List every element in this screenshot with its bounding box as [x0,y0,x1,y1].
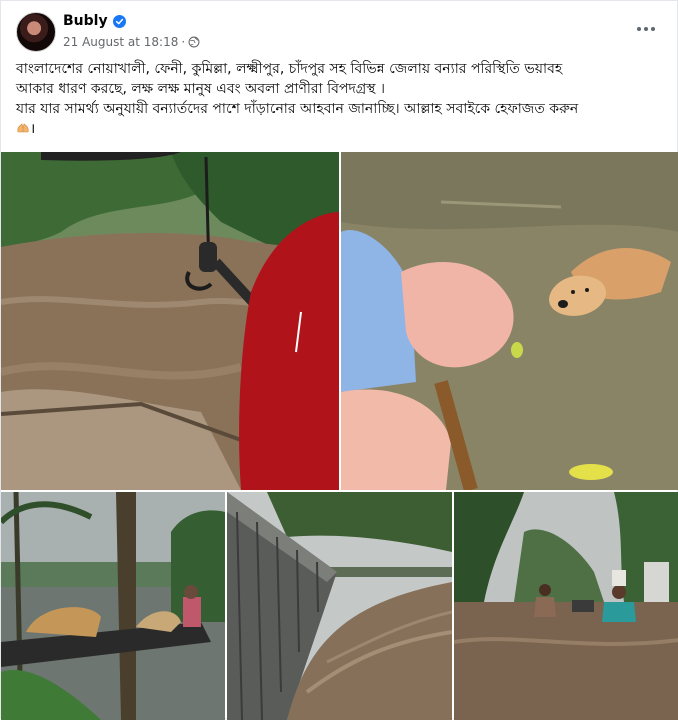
praying-hands-emoji [17,123,29,133]
post-text-line: । [16,119,666,139]
post-text-line: আকার ধারণ করছে, লক্ষ লক্ষ মানুষ এবং অবলা… [16,81,386,97]
meta-separator: · [181,35,186,49]
more-options-icon[interactable] [637,27,655,33]
photo-flooded-wall[interactable] [227,492,452,720]
photo-dog-swimming[interactable] [341,152,678,490]
photo-boat-dogs[interactable] [1,492,225,720]
post-header: Bubly 21 August at 18:18 · [1,1,678,57]
verified-badge-icon [112,14,126,28]
photo-people-wading[interactable] [454,492,678,720]
post-text-line: বাংলাদেশের নোয়াখালী, ফেনী, কুমিল্লা, লক… [16,61,563,77]
photo-flood-umbrella[interactable] [1,152,339,490]
globe-icon[interactable] [188,36,200,48]
author-avatar[interactable] [16,12,56,52]
author-name-row: Bubly [63,13,126,29]
author-name[interactable]: Bubly [63,13,108,29]
post-meta: 21 August at 18:18 · [63,35,200,49]
post-text: বাংলাদেশের নোয়াখালী, ফেনী, কুমিল্লা, লক… [16,59,666,139]
post-text-line: যার যার সামর্থ্য অনুযায়ী বন্যার্তদের পা… [16,101,579,117]
post-timestamp[interactable]: 21 August at 18:18 [63,35,178,49]
facebook-post: Bubly 21 August at 18:18 · বাংলাদেশের নো… [0,0,678,720]
post-text-suffix: । [30,121,36,137]
